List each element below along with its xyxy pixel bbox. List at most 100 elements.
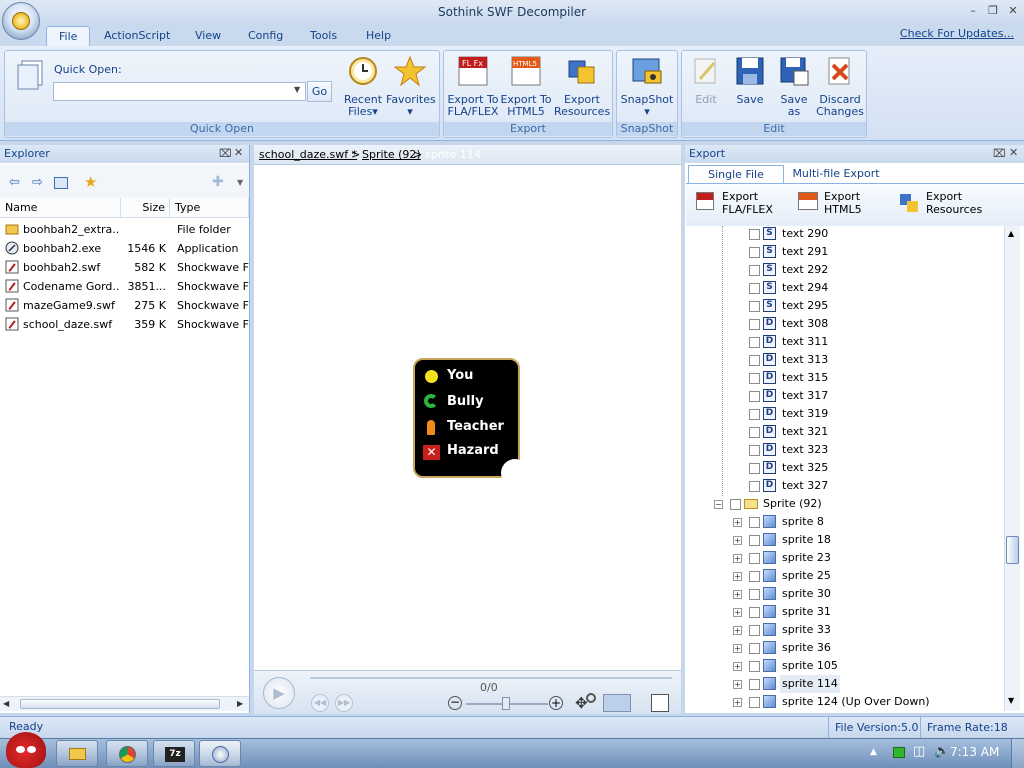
tree-item-text[interactable]: Dtext 319	[686, 405, 1004, 423]
checkbox[interactable]	[749, 571, 760, 582]
up-folder-icon[interactable]	[54, 177, 68, 189]
start-button[interactable]	[6, 732, 46, 768]
breadcrumb-file[interactable]: school_daze.swf *	[259, 148, 357, 161]
taskbar-explorer-button[interactable]	[56, 740, 98, 767]
tree-item-text[interactable]: Dtext 315	[686, 369, 1004, 387]
file-row[interactable]: boohbah2.exe 1546 K Application	[0, 239, 249, 258]
tab-config[interactable]: Config	[236, 26, 295, 46]
tree-item-sprite[interactable]: + sprite 8	[686, 513, 1004, 531]
back-arrow-icon[interactable]: ⇦	[9, 175, 20, 190]
explorer-hscrollbar[interactable]: ◀ ▶	[0, 696, 249, 711]
add-icon[interactable]: ✚	[212, 174, 224, 190]
checkbox[interactable]	[749, 283, 760, 294]
scroll-thumb[interactable]	[1006, 536, 1019, 564]
file-row[interactable]: school_daze.swf 359 K Shockwave Fl	[0, 315, 249, 334]
save-as-button[interactable]: Save as	[774, 55, 814, 118]
tree-item-sprite[interactable]: + sprite 25	[686, 567, 1004, 585]
checkbox[interactable]	[749, 319, 760, 330]
tree-item-text[interactable]: Stext 290	[686, 226, 1004, 243]
tree-item-sprite[interactable]: + sprite 33	[686, 621, 1004, 639]
clock[interactable]: 7:13 AM	[950, 745, 999, 759]
tree-item-sprite[interactable]: + sprite 18	[686, 531, 1004, 549]
expand-icon[interactable]: +	[733, 608, 742, 617]
timeline-track[interactable]	[310, 677, 672, 679]
scroll-right-icon[interactable]: ▶	[237, 699, 243, 708]
pin-icon[interactable]: ⌧	[219, 147, 232, 160]
collapse-icon[interactable]: −	[714, 500, 723, 509]
snapshot-button[interactable]: SnapShot ▾	[619, 55, 675, 118]
checkbox[interactable]	[749, 355, 760, 366]
tree-item-sprite[interactable]: + sprite 30	[686, 585, 1004, 603]
checkbox[interactable]	[749, 553, 760, 564]
tray-app-icon[interactable]	[893, 747, 905, 758]
tree-item-sprite[interactable]: + sprite 124 (Up Over Down)	[686, 693, 1004, 711]
column-header-name[interactable]: Name	[0, 198, 121, 218]
expand-icon[interactable]: +	[733, 698, 742, 707]
scroll-left-icon[interactable]: ◀	[3, 699, 9, 708]
close-panel-icon[interactable]: ✕	[1009, 146, 1018, 159]
save-button[interactable]: Save	[730, 55, 770, 106]
taskbar-chrome-button[interactable]	[106, 740, 148, 767]
prev-frame-button[interactable]: ◀◀	[311, 694, 329, 712]
tree-folder-sprite[interactable]: − Sprite (92)	[686, 495, 1004, 513]
tree-item-text[interactable]: Stext 295	[686, 297, 1004, 315]
tree-item-sprite[interactable]: + sprite 31	[686, 603, 1004, 621]
tree-item-text[interactable]: Dtext 313	[686, 351, 1004, 369]
checkbox[interactable]	[749, 643, 760, 654]
expand-icon[interactable]: +	[733, 680, 742, 689]
checkbox[interactable]	[749, 391, 760, 402]
checkbox[interactable]	[749, 463, 760, 474]
checkbox[interactable]	[749, 661, 760, 672]
export-vscrollbar[interactable]: ▲ ▼	[1004, 226, 1020, 711]
zoom-out-icon[interactable]: −	[448, 696, 462, 710]
expand-icon[interactable]: +	[733, 644, 742, 653]
expand-icon[interactable]: +	[733, 536, 742, 545]
tab-view[interactable]: View	[183, 26, 233, 46]
next-frame-button[interactable]: ▶▶	[335, 694, 353, 712]
actual-size-icon[interactable]	[603, 694, 631, 712]
checkbox[interactable]	[749, 301, 760, 312]
check-for-updates-link[interactable]: Check For Updates...	[900, 27, 1014, 40]
export-resources-button[interactable]: Export Resources	[554, 55, 610, 118]
tab-file[interactable]: File	[46, 26, 91, 46]
expand-icon[interactable]: +	[733, 626, 742, 635]
checkbox[interactable]	[749, 229, 760, 240]
tab-actionscript[interactable]: ActionScript	[92, 26, 182, 46]
taskbar-7zip-button[interactable]: 7z	[153, 740, 195, 767]
checkbox[interactable]	[749, 265, 760, 276]
column-header-type[interactable]: Type	[170, 198, 249, 218]
tree-item-sprite[interactable]: + sprite 114	[686, 675, 1004, 693]
tree-item-text[interactable]: Dtext 311	[686, 333, 1004, 351]
play-button[interactable]: ▶	[263, 677, 295, 709]
export-fla-toolbar-button[interactable]: Export FLA/FLEX	[722, 190, 782, 216]
magnifier-icon[interactable]	[586, 693, 596, 703]
scroll-down-icon[interactable]: ▼	[1008, 696, 1014, 705]
tree-item-text[interactable]: Dtext 327	[686, 477, 1004, 495]
tree-item-text[interactable]: Dtext 321	[686, 423, 1004, 441]
forward-arrow-icon[interactable]: ⇨	[32, 175, 43, 190]
checkbox[interactable]	[749, 517, 760, 528]
tree-item-text[interactable]: Stext 291	[686, 243, 1004, 261]
file-row[interactable]: boohbah2_extra... File folder	[0, 220, 249, 239]
discard-changes-button[interactable]: Discard Changes	[816, 55, 864, 118]
pin-icon[interactable]: ⌧	[993, 147, 1006, 160]
export-fla-button[interactable]: FL Fx Export To FLA/FLEX	[446, 55, 500, 118]
chevron-down-icon[interactable]: ▼	[237, 178, 243, 187]
export-resources-toolbar-button[interactable]: Export Resources	[926, 190, 988, 216]
expand-icon[interactable]: +	[733, 572, 742, 581]
checkbox[interactable]	[749, 427, 760, 438]
zoom-in-icon[interactable]: +	[549, 696, 563, 710]
expand-icon[interactable]: +	[733, 590, 742, 599]
checkbox[interactable]	[749, 679, 760, 690]
expand-icon[interactable]: +	[733, 518, 742, 527]
maximize-button[interactable]: ❐	[984, 4, 1002, 18]
tree-item-text[interactable]: Dtext 323	[686, 441, 1004, 459]
checkbox[interactable]	[749, 481, 760, 492]
tab-single-file-export[interactable]: Single File Export	[688, 165, 784, 198]
file-row[interactable]: Codename Gord... 3851... Shockwave Fl	[0, 277, 249, 296]
checkbox[interactable]	[749, 625, 760, 636]
close-panel-icon[interactable]: ✕	[234, 146, 243, 159]
tree-item-text[interactable]: Dtext 325	[686, 459, 1004, 477]
expand-icon[interactable]: +	[733, 554, 742, 563]
app-menu-orb[interactable]	[2, 2, 40, 40]
